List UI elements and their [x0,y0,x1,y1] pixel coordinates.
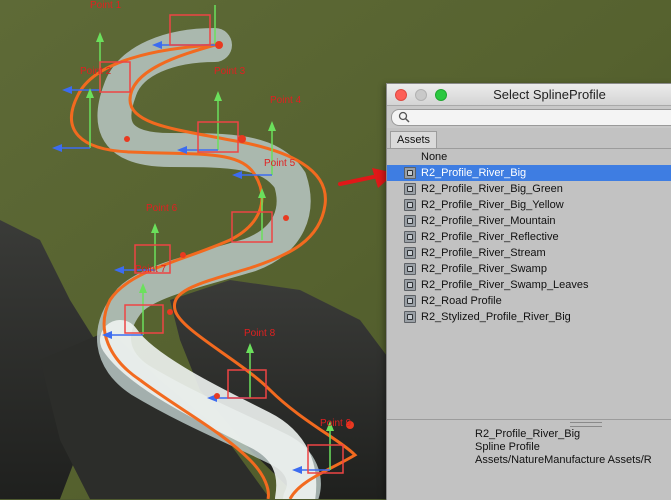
point-label: Point 2 [80,66,112,77]
spline-profile-asset-icon [404,263,416,275]
point-label: Point 8 [244,328,276,339]
point-label: Point 9 [320,418,352,429]
list-item[interactable]: R2_Profile_River_Big_Green [387,181,671,197]
tab-assets[interactable]: Assets [390,131,438,148]
search-input[interactable] [391,109,671,126]
list-item[interactable]: R2_Profile_River_Swamp_Leaves [387,277,671,293]
point-label: Point 1 [90,0,122,11]
tab-bar: Assets [387,130,671,149]
spline-profile-asset-icon [404,215,416,227]
list-item[interactable]: R2_Profile_River_Reflective [387,229,671,245]
spline-profile-asset-icon [404,183,416,195]
point-label: Point 3 [214,66,246,77]
list-item[interactable]: R2_Profile_River_Big [387,165,671,181]
window-titlebar[interactable]: Select SplineProfile [387,84,671,106]
list-item-label: R2_Profile_River_Reflective [421,231,559,243]
window-title: Select SplineProfile [493,87,606,102]
spline-profile-asset-icon [404,199,416,211]
list-item-label: R2_Profile_River_Swamp [421,263,547,275]
list-item-label: R2_Profile_River_Stream [421,247,546,259]
list-item-label: R2_Profile_River_Big [421,167,527,179]
list-item-label: R2_Profile_River_Mountain [421,215,556,227]
splitter-grip[interactable] [570,422,602,427]
list-item-none[interactable]: None [387,149,671,165]
spline-profile-asset-icon [404,295,416,307]
list-item-label: R2_Road Profile [421,295,502,307]
point-label: Point 4 [270,95,302,106]
select-spline-profile-window: Select SplineProfile Assets None R2_Prof… [386,83,671,500]
search-bar [387,106,671,128]
point-label: Point 5 [264,158,296,169]
search-icon [398,111,410,123]
list-item-label: R2_Stylized_Profile_River_Big [421,311,571,323]
asset-preview-info: R2_Profile_River_Big Spline Profile Asse… [475,428,671,467]
list-item[interactable]: R2_Profile_River_Stream [387,245,671,261]
spline-profile-asset-icon [404,311,416,323]
list-item-label: R2_Profile_River_Big_Green [421,183,563,195]
spline-profile-asset-icon [404,247,416,259]
asset-list: None R2_Profile_River_Big R2_Profile_Riv… [387,149,671,329]
spline-profile-asset-icon [404,279,416,291]
point-label: Point 6 [146,203,178,214]
preview-asset-name: R2_Profile_River_Big [475,428,581,440]
list-item[interactable]: R2_Profile_River_Mountain [387,213,671,229]
point-label: Point 7 [135,264,167,275]
list-item[interactable]: R2_Profile_River_Big_Yellow [387,197,671,213]
list-item[interactable]: R2_Stylized_Profile_River_Big [387,309,671,325]
list-item-label: None [421,151,448,163]
spline-profile-asset-icon [404,231,416,243]
preview-asset-type: Spline Profile [475,441,540,453]
list-item-label: R2_Profile_River_Big_Yellow [421,199,564,211]
spline-profile-asset-icon [404,167,416,179]
preview-asset-path: Assets/NatureManufacture Assets/R [475,454,652,466]
preview-splitter[interactable] [387,419,671,420]
list-item[interactable]: R2_Profile_River_Swamp [387,261,671,277]
list-item[interactable]: R2_Road Profile [387,293,671,309]
list-item-label: R2_Profile_River_Swamp_Leaves [421,279,589,291]
